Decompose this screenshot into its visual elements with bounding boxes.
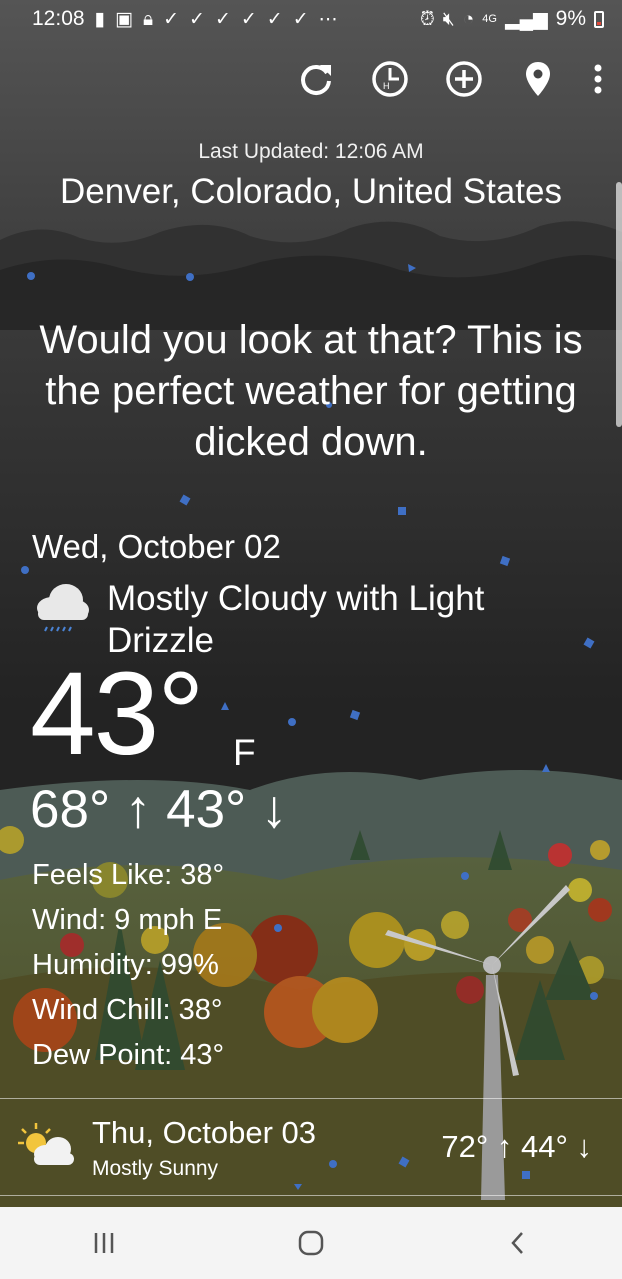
overflow-menu-icon	[594, 64, 602, 94]
add-location-icon	[446, 61, 482, 97]
current-temperature: 43°	[30, 648, 204, 780]
wifi-icon: ◔	[462, 8, 475, 30]
more-icon: ⋯	[318, 8, 338, 30]
wind-chill: Wind Chill: 38°	[32, 994, 223, 1026]
toolbar: H	[296, 52, 604, 106]
home-button[interactable]	[281, 1213, 341, 1273]
cloud-drizzle-icon	[30, 578, 92, 634]
alarm-icon: ⏰︎	[419, 8, 435, 30]
mute-icon: 🔇︎	[442, 8, 455, 30]
refresh-icon	[301, 65, 331, 95]
check-icon: ✓	[163, 8, 180, 30]
check-icon: ✓	[240, 8, 257, 30]
add-location-button[interactable]	[444, 59, 484, 99]
status-bar-left: 12:08 ▮ ▣ 🔒︎ ✓ ✓ ✓ ✓ ✓ ✓ ⋯	[32, 7, 338, 31]
recent-apps-icon	[94, 1233, 113, 1253]
refresh-button[interactable]	[296, 59, 336, 99]
recent-apps-button[interactable]	[74, 1213, 134, 1273]
forecast-row[interactable]: Thu, October 03 Mostly Sunny 72° ↑ 44° ↓	[0, 1099, 622, 1195]
battery-percent: 9%	[555, 7, 586, 30]
wind: Wind: 9 mph E	[32, 904, 223, 936]
weather-details: Feels Like: 38° Wind: 9 mph E Humidity: …	[32, 853, 224, 1078]
overflow-menu-button[interactable]	[592, 59, 604, 99]
alert-icon: ▮	[94, 8, 106, 30]
dew-point: Dew Point: 43°	[32, 1039, 225, 1071]
check-icon: ✓	[189, 8, 205, 30]
check-icon: ✓	[292, 8, 309, 30]
gallery-icon: ▣	[115, 8, 133, 30]
last-updated-label: Last Updated: 12:06 AM	[198, 140, 424, 163]
humidity: Humidity: 99%	[32, 949, 219, 981]
forecast-high-low: 72° ↑ 44° ↓	[441, 1129, 592, 1164]
home-icon	[298, 1230, 324, 1256]
sun-cloud-icon	[16, 1121, 76, 1169]
current-date: Wed, October 02	[32, 528, 281, 565]
temperature-unit[interactable]: F	[233, 732, 256, 774]
signal-icon: ▂▄▆	[504, 8, 548, 30]
lock-icon: 🔒︎	[142, 8, 154, 30]
navigation-bar	[0, 1207, 622, 1279]
history-button[interactable]: H	[370, 59, 410, 99]
status-bar: 12:08 ▮ ▣ 🔒︎ ✓ ✓ ✓ ✓ ✓ ✓ ⋯ ⏰︎ 🔇︎ ◔ 4G ▂▄…	[0, 0, 622, 38]
status-bar-right: ⏰︎ 🔇︎ ◔ 4G ▂▄▆ 9%	[420, 7, 604, 31]
location-title[interactable]: Denver, Colorado, United States	[0, 172, 622, 212]
status-time: 12:08	[32, 7, 85, 30]
network-type: 4G	[482, 13, 497, 25]
check-icon: ✓	[214, 8, 231, 30]
battery-icon	[594, 10, 604, 28]
svg-text:H: H	[383, 81, 390, 91]
back-button[interactable]	[488, 1213, 548, 1273]
forecast-date: Thu, October 03	[92, 1115, 317, 1150]
divider	[0, 1195, 622, 1196]
scrollbar[interactable]	[616, 182, 622, 427]
history-icon: H	[372, 61, 408, 97]
feels-like: Feels Like: 38°	[32, 859, 225, 891]
location-pin-icon	[526, 62, 550, 96]
check-icon: ✓	[266, 8, 283, 30]
forecast-condition: Mostly Sunny	[92, 1157, 219, 1180]
location-pin-button[interactable]	[518, 59, 558, 99]
weather-quote: Would you look at that? This is the perf…	[39, 318, 583, 464]
current-high-low: 68° ↑ 43° ↓	[30, 780, 288, 839]
back-icon	[511, 1232, 524, 1254]
